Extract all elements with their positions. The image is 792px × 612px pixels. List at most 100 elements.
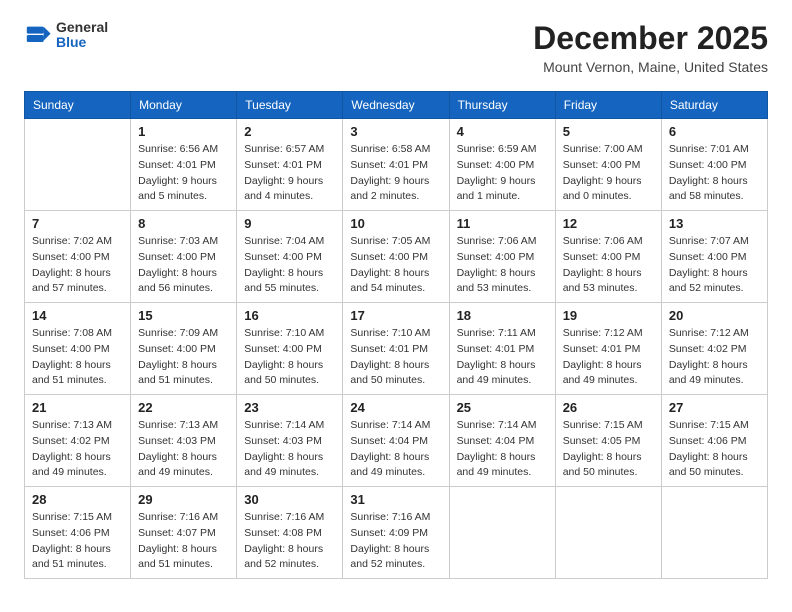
day-number: 7 — [32, 216, 123, 231]
day-number: 19 — [563, 308, 654, 323]
day-info: Sunrise: 7:15 AMSunset: 4:05 PMDaylight:… — [563, 418, 654, 481]
calendar-cell: 25 Sunrise: 7:14 AMSunset: 4:04 PMDayligh… — [449, 395, 555, 487]
page-header: General Blue December 2025 Mount Vernon,… — [24, 20, 768, 75]
day-number: 4 — [457, 124, 548, 139]
calendar-week-row: 1 Sunrise: 6:56 AMSunset: 4:01 PMDaylight… — [25, 119, 768, 211]
calendar-cell: 22 Sunrise: 7:13 AMSunset: 4:03 PMDayligh… — [131, 395, 237, 487]
day-number: 11 — [457, 216, 548, 231]
weekday-header: Wednesday — [343, 92, 449, 119]
calendar-cell: 21Sunrise: 7:13 AMSunset: 4:02 PMDayligh… — [25, 395, 131, 487]
calendar-cell — [555, 487, 661, 579]
day-number: 25 — [457, 400, 548, 415]
calendar-cell: 27 Sunrise: 7:15 AMSunset: 4:06 PMDayligh… — [661, 395, 767, 487]
weekday-header: Tuesday — [237, 92, 343, 119]
calendar-cell: 31 Sunrise: 7:16 AMSunset: 4:09 PMDayligh… — [343, 487, 449, 579]
day-number: 17 — [350, 308, 441, 323]
calendar-cell: 8Sunrise: 7:03 AMSunset: 4:00 PMDaylight… — [131, 211, 237, 303]
day-number: 12 — [563, 216, 654, 231]
weekday-header: Sunday — [25, 92, 131, 119]
day-info: Sunrise: 7:14 AMSunset: 4:04 PMDaylight:… — [457, 418, 548, 481]
day-number: 13 — [669, 216, 760, 231]
day-info: Sunrise: 7:09 AMSunset: 4:00 PMDaylight:… — [138, 326, 229, 389]
calendar-cell: 6Sunrise: 7:01 AMSunset: 4:00 PMDaylight… — [661, 119, 767, 211]
calendar-cell: 10 Sunrise: 7:05 AMSunset: 4:00 PMDayligh… — [343, 211, 449, 303]
logo-icon — [24, 21, 52, 49]
calendar-cell: 19 Sunrise: 7:12 AMSunset: 4:01 PMDayligh… — [555, 303, 661, 395]
calendar-week-row: 14 Sunrise: 7:08 AMSunset: 4:00 PMDayligh… — [25, 303, 768, 395]
day-info: Sunrise: 6:59 AMSunset: 4:00 PMDaylight:… — [457, 142, 548, 205]
day-number: 23 — [244, 400, 335, 415]
day-info: Sunrise: 7:14 AMSunset: 4:04 PMDaylight:… — [350, 418, 441, 481]
calendar-cell: 9 Sunrise: 7:04 AMSunset: 4:00 PMDaylight… — [237, 211, 343, 303]
day-number: 8 — [138, 216, 229, 231]
day-number: 24 — [350, 400, 441, 415]
day-number: 14 — [32, 308, 123, 323]
calendar-cell: 14 Sunrise: 7:08 AMSunset: 4:00 PMDayligh… — [25, 303, 131, 395]
weekday-header: Monday — [131, 92, 237, 119]
calendar-cell: 11 Sunrise: 7:06 AMSunset: 4:00 PMDayligh… — [449, 211, 555, 303]
day-number: 26 — [563, 400, 654, 415]
day-info: Sunrise: 7:06 AMSunset: 4:00 PMDaylight:… — [563, 234, 654, 297]
day-number: 27 — [669, 400, 760, 415]
day-info: Sunrise: 7:10 AMSunset: 4:01 PMDaylight:… — [350, 326, 441, 389]
day-number: 10 — [350, 216, 441, 231]
calendar-table: SundayMondayTuesdayWednesdayThursdayFrid… — [24, 91, 768, 579]
day-info: Sunrise: 6:58 AMSunset: 4:01 PMDaylight:… — [350, 142, 441, 205]
day-info: Sunrise: 7:15 AMSunset: 4:06 PMDaylight:… — [669, 418, 760, 481]
day-number: 6 — [669, 124, 760, 139]
day-info: Sunrise: 6:56 AMSunset: 4:01 PMDaylight:… — [138, 142, 229, 205]
day-number: 22 — [138, 400, 229, 415]
day-info: Sunrise: 7:08 AMSunset: 4:00 PMDaylight:… — [32, 326, 123, 389]
weekday-header: Saturday — [661, 92, 767, 119]
calendar-cell: 29Sunrise: 7:16 AMSunset: 4:07 PMDayligh… — [131, 487, 237, 579]
calendar-cell — [25, 119, 131, 211]
weekday-header-row: SundayMondayTuesdayWednesdayThursdayFrid… — [25, 92, 768, 119]
calendar-cell — [661, 487, 767, 579]
title-section: December 2025 Mount Vernon, Maine, Unite… — [533, 20, 768, 75]
day-number: 30 — [244, 492, 335, 507]
day-info: Sunrise: 7:12 AMSunset: 4:01 PMDaylight:… — [563, 326, 654, 389]
day-info: Sunrise: 7:11 AMSunset: 4:01 PMDaylight:… — [457, 326, 548, 389]
day-info: Sunrise: 7:07 AMSunset: 4:00 PMDaylight:… — [669, 234, 760, 297]
calendar-cell: 4 Sunrise: 6:59 AMSunset: 4:00 PMDaylight… — [449, 119, 555, 211]
day-info: Sunrise: 7:05 AMSunset: 4:00 PMDaylight:… — [350, 234, 441, 297]
day-info: Sunrise: 7:12 AMSunset: 4:02 PMDaylight:… — [669, 326, 760, 389]
day-number: 2 — [244, 124, 335, 139]
day-number: 9 — [244, 216, 335, 231]
month-year-title: December 2025 — [533, 20, 768, 57]
day-number: 28 — [32, 492, 123, 507]
day-number: 3 — [350, 124, 441, 139]
calendar-cell: 17 Sunrise: 7:10 AMSunset: 4:01 PMDayligh… — [343, 303, 449, 395]
day-info: Sunrise: 7:14 AMSunset: 4:03 PMDaylight:… — [244, 418, 335, 481]
day-number: 15 — [138, 308, 229, 323]
day-number: 16 — [244, 308, 335, 323]
calendar-cell: 5 Sunrise: 7:00 AMSunset: 4:00 PMDaylight… — [555, 119, 661, 211]
day-info: Sunrise: 7:06 AMSunset: 4:00 PMDaylight:… — [457, 234, 548, 297]
calendar-cell: 18 Sunrise: 7:11 AMSunset: 4:01 PMDayligh… — [449, 303, 555, 395]
day-info: Sunrise: 7:16 AMSunset: 4:09 PMDaylight:… — [350, 510, 441, 573]
calendar-cell: 26 Sunrise: 7:15 AMSunset: 4:05 PMDayligh… — [555, 395, 661, 487]
logo-general: General — [56, 20, 108, 35]
day-info: Sunrise: 7:10 AMSunset: 4:00 PMDaylight:… — [244, 326, 335, 389]
day-number: 21 — [32, 400, 123, 415]
location-subtitle: Mount Vernon, Maine, United States — [533, 59, 768, 75]
day-number: 5 — [563, 124, 654, 139]
day-number: 1 — [138, 124, 229, 139]
calendar-cell: 24 Sunrise: 7:14 AMSunset: 4:04 PMDayligh… — [343, 395, 449, 487]
calendar-cell: 30 Sunrise: 7:16 AMSunset: 4:08 PMDayligh… — [237, 487, 343, 579]
weekday-header: Thursday — [449, 92, 555, 119]
calendar-cell: 20 Sunrise: 7:12 AMSunset: 4:02 PMDayligh… — [661, 303, 767, 395]
day-info: Sunrise: 7:16 AMSunset: 4:08 PMDaylight:… — [244, 510, 335, 573]
day-info: Sunrise: 7:04 AMSunset: 4:00 PMDaylight:… — [244, 234, 335, 297]
day-info: Sunrise: 7:00 AMSunset: 4:00 PMDaylight:… — [563, 142, 654, 205]
day-info: Sunrise: 7:02 AMSunset: 4:00 PMDaylight:… — [32, 234, 123, 297]
calendar-cell: 7 Sunrise: 7:02 AMSunset: 4:00 PMDaylight… — [25, 211, 131, 303]
logo-blue: Blue — [56, 35, 108, 50]
calendar-cell — [449, 487, 555, 579]
day-number: 31 — [350, 492, 441, 507]
calendar-cell: 1 Sunrise: 6:56 AMSunset: 4:01 PMDaylight… — [131, 119, 237, 211]
calendar-week-row: 28Sunrise: 7:15 AMSunset: 4:06 PMDayligh… — [25, 487, 768, 579]
day-number: 20 — [669, 308, 760, 323]
day-number: 18 — [457, 308, 548, 323]
day-info: Sunrise: 7:13 AMSunset: 4:03 PMDaylight:… — [138, 418, 229, 481]
